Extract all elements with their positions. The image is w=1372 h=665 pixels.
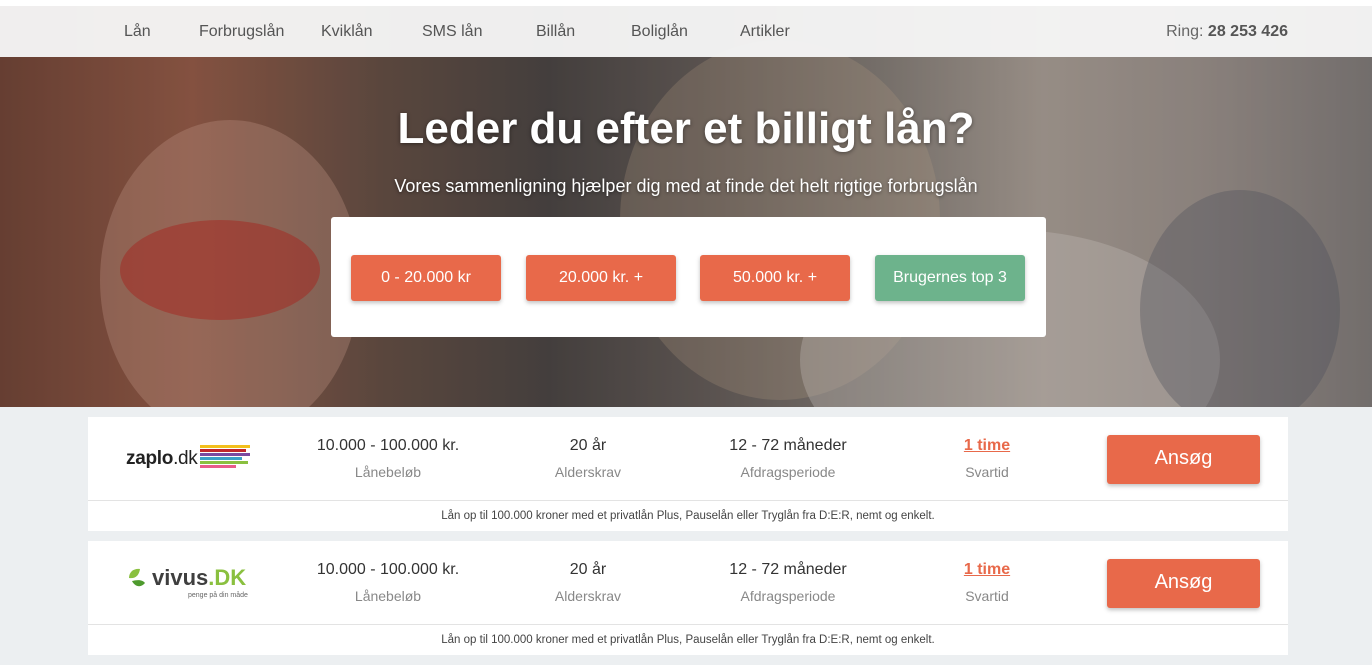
hero-title: Leder du efter et billigt lån? xyxy=(397,104,975,153)
lender-row: vivus.DK penge på din måde 10.000 - 100.… xyxy=(88,541,1288,625)
lender-description: Lån op til 100.000 kroner med et privatl… xyxy=(441,634,935,646)
age-value: 20 år xyxy=(569,437,607,454)
response-column: 1 time Svartid xyxy=(927,561,1047,604)
logo-main: vivus xyxy=(152,565,209,590)
period-column: 12 - 72 måneder Afdragsperiode xyxy=(708,437,868,480)
hero-banner: Leder du efter et billigt lån? Vores sam… xyxy=(0,0,1372,407)
loan-filter-panel: 0 - 20.000 kr 20.000 kr. + 50.000 kr. + … xyxy=(331,217,1046,337)
logo-text: vivus.DK xyxy=(152,565,246,591)
amount-label: Lånebeløb xyxy=(354,464,422,480)
logo-suffix: .DK xyxy=(208,565,247,590)
age-column: 20 år Alderskrav xyxy=(528,561,648,604)
nav-item-forbrugslaan[interactable]: Forbrugslån xyxy=(199,23,284,41)
nav-item-kviklaan[interactable]: Kviklån xyxy=(321,23,373,41)
top-navigation: Lån Forbrugslån Kviklån SMS lån Billån B… xyxy=(0,0,1372,57)
period-column: 12 - 72 måneder Afdragsperiode xyxy=(708,561,868,604)
nav-item-laan[interactable]: Lån xyxy=(124,23,151,41)
response-time-link[interactable]: 1 time xyxy=(927,437,1047,455)
nav-item-boliglaan[interactable]: Boliglån xyxy=(631,23,688,41)
hero-subtitle: Vores sammenligning hjælper dig med at f… xyxy=(394,176,978,196)
response-label: Svartid xyxy=(965,588,1009,604)
logo-text: zaplo.dk xyxy=(126,448,198,470)
hero-overlay xyxy=(0,0,1372,407)
zaplo-logo[interactable]: zaplo.dk xyxy=(126,445,256,475)
logo-suffix: .dk xyxy=(173,448,198,469)
period-value: 12 - 72 måneder xyxy=(729,437,847,454)
lender-card: vivus.DK penge på din måde 10.000 - 100.… xyxy=(88,541,1288,655)
lender-description: Lån op til 100.000 kroner med et privatl… xyxy=(441,510,935,522)
logo-tagline: penge på din måde xyxy=(188,592,248,599)
apply-button[interactable]: Ansøg xyxy=(1107,559,1260,608)
lender-row: zaplo.dk 10.000 - 100.000 kr. Lånebeløb … xyxy=(88,417,1288,501)
amount-column: 10.000 - 100.000 kr. Lånebeløb xyxy=(308,437,468,480)
vivus-leaf-icon xyxy=(129,568,145,587)
age-value: 20 år xyxy=(569,561,607,578)
logo-main: zaplo xyxy=(126,448,174,469)
filter-button-0-20000[interactable]: 0 - 20.000 kr xyxy=(351,255,501,301)
vivus-logo[interactable]: vivus.DK penge på din måde xyxy=(126,565,256,605)
response-time-link[interactable]: 1 time xyxy=(927,561,1047,579)
amount-label: Lånebeløb xyxy=(354,588,422,604)
lender-card: zaplo.dk 10.000 - 100.000 kr. Lånebeløb … xyxy=(88,417,1288,531)
age-label: Alderskrav xyxy=(554,464,622,480)
zaplo-stripes-icon xyxy=(200,445,250,471)
response-label: Svartid xyxy=(965,464,1009,480)
period-label: Afdragsperiode xyxy=(740,588,836,604)
apply-button[interactable]: Ansøg xyxy=(1107,435,1260,484)
filter-button-user-top3[interactable]: Brugernes top 3 xyxy=(875,255,1025,301)
nav-item-artikler[interactable]: Artikler xyxy=(740,23,790,41)
period-value: 12 - 72 måneder xyxy=(729,561,847,578)
phone-number: 28 253 426 xyxy=(1207,23,1288,40)
period-label: Afdragsperiode xyxy=(740,464,836,480)
response-column: 1 time Svartid xyxy=(927,437,1047,480)
age-label: Alderskrav xyxy=(554,588,622,604)
phone-contact[interactable]: Ring: 28 253 426 xyxy=(1166,23,1288,41)
amount-value: 10.000 - 100.000 kr. xyxy=(316,561,460,578)
age-column: 20 år Alderskrav xyxy=(528,437,648,480)
filter-button-50000-plus[interactable]: 50.000 kr. + xyxy=(700,255,850,301)
nav-item-billaan[interactable]: Billån xyxy=(536,23,575,41)
nav-item-sms-laan[interactable]: SMS lån xyxy=(422,23,482,41)
amount-value: 10.000 - 100.000 kr. xyxy=(316,437,460,454)
filter-button-20000-plus[interactable]: 20.000 kr. + xyxy=(526,255,676,301)
amount-column: 10.000 - 100.000 kr. Lånebeløb xyxy=(308,561,468,604)
phone-label: Ring: xyxy=(1166,23,1204,40)
